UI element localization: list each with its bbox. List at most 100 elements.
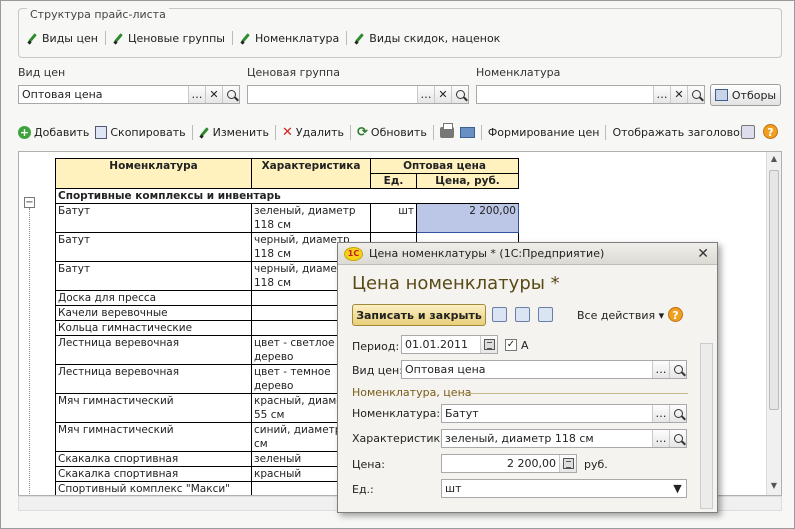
dialog-price-label: Цена: bbox=[352, 458, 385, 471]
print-button[interactable] bbox=[439, 122, 454, 138]
section-title: Номенклатура, цена bbox=[352, 386, 472, 399]
nomenclature-filter-field[interactable]: … ✕ bbox=[476, 85, 705, 104]
pencil-icon bbox=[199, 127, 210, 138]
search-icon[interactable] bbox=[687, 86, 704, 103]
chevron-down-icon[interactable]: ▼ bbox=[669, 480, 686, 497]
select-button[interactable]: … bbox=[188, 86, 205, 103]
list-toolbar: + Добавить Скопировать Изменить ✕ Удалить … bbox=[18, 122, 753, 141]
a-checkbox[interactable]: ✓ bbox=[505, 339, 517, 351]
group-row[interactable]: Спортивные комплексы и инвентарь bbox=[55, 188, 519, 204]
price-group-field[interactable]: … ✕ bbox=[247, 85, 469, 104]
settings-icon[interactable] bbox=[741, 125, 755, 139]
search-icon[interactable] bbox=[222, 86, 239, 103]
delete-button[interactable]: ✕ Удалить bbox=[282, 125, 344, 140]
add-icon: + bbox=[18, 125, 31, 139]
currency-label: руб. bbox=[584, 458, 608, 471]
pencil-icon bbox=[240, 33, 251, 44]
name-cell[interactable]: Лестница веревочная bbox=[55, 335, 252, 365]
search-icon[interactable] bbox=[669, 361, 686, 378]
name-cell[interactable]: Скакалка спортивная bbox=[55, 451, 252, 467]
name-cell[interactable]: Скакалка спортивная bbox=[55, 466, 252, 482]
search-icon[interactable] bbox=[669, 430, 686, 447]
a-checkbox-label: А bbox=[521, 339, 529, 352]
link-price-types[interactable]: Виды цен bbox=[27, 32, 98, 45]
price-type-label: Вид цен bbox=[18, 66, 66, 79]
table-row[interactable]: Батут зеленый, диаметр 118 см шт 2 200,00 bbox=[55, 203, 519, 233]
link-nomenclature[interactable]: Номенклатура bbox=[240, 32, 339, 45]
collapse-group-icon[interactable]: − bbox=[24, 197, 35, 208]
clear-icon[interactable]: ✕ bbox=[670, 86, 687, 103]
select-button[interactable]: … bbox=[417, 86, 434, 103]
close-icon[interactable]: ✕ bbox=[697, 246, 709, 262]
char-cell[interactable]: зеленый, диаметр 118 см bbox=[251, 203, 371, 233]
main-window: Структура прайс-листа Виды цен Ценовые г… bbox=[0, 0, 795, 529]
price-dialog: 1С Цена номенклатуры * (1С:Предприятие) … bbox=[337, 242, 718, 513]
dialog-nomenclature-label: Номенклатура: bbox=[352, 407, 441, 420]
unit-cell[interactable]: шт bbox=[370, 203, 417, 233]
selections-button[interactable]: Отборы bbox=[710, 84, 781, 106]
dialog-price-type-field[interactable]: Оптовая цена … bbox=[401, 360, 687, 379]
pencil-icon bbox=[354, 33, 365, 44]
header-price: Цена, руб. bbox=[416, 173, 519, 189]
name-cell[interactable]: Батут bbox=[55, 232, 252, 262]
header-price-type: Оптовая цена bbox=[370, 158, 519, 174]
refresh-button[interactable]: ⟳ Обновить bbox=[357, 125, 427, 140]
save-copy-icon[interactable] bbox=[515, 307, 530, 322]
vertical-scrollbar[interactable]: ▲ ▼ bbox=[766, 152, 781, 495]
name-cell[interactable]: Батут bbox=[55, 261, 252, 291]
nomenclature-filter-label: Номенклатура bbox=[476, 66, 561, 79]
search-icon[interactable] bbox=[669, 405, 686, 422]
copy-button[interactable]: Скопировать bbox=[95, 125, 186, 139]
name-cell[interactable]: Батут bbox=[55, 203, 252, 233]
period-field[interactable]: 01.01.2011 bbox=[401, 335, 498, 354]
form-prices-button[interactable]: Формирование цен bbox=[488, 126, 600, 139]
select-button[interactable]: … bbox=[652, 430, 669, 447]
dialog-price-field[interactable]: 2 200,00 bbox=[441, 454, 577, 473]
price-cell[interactable]: 2 200,00 bbox=[416, 203, 519, 233]
dialog-titlebar[interactable]: 1С Цена номенклатуры * (1С:Предприятие) … bbox=[338, 243, 717, 265]
dialog-unit-label: Ед.: bbox=[352, 483, 374, 496]
link-price-groups[interactable]: Ценовые группы bbox=[113, 32, 225, 45]
printer-icon bbox=[439, 122, 454, 138]
save-icon[interactable] bbox=[492, 307, 507, 322]
name-cell[interactable]: Мяч гимнастический bbox=[55, 393, 252, 423]
select-button[interactable]: … bbox=[653, 86, 670, 103]
select-button[interactable]: … bbox=[652, 361, 669, 378]
dialog-nomenclature-field[interactable]: Батут … bbox=[441, 404, 687, 423]
name-cell[interactable]: Доска для пресса bbox=[55, 290, 252, 306]
copy-icon bbox=[95, 125, 108, 139]
dialog-scrollbar[interactable] bbox=[700, 343, 713, 509]
calendar-icon[interactable] bbox=[480, 336, 497, 353]
name-cell[interactable]: Мяч гимнастический bbox=[55, 422, 252, 452]
dialog-characteristic-field[interactable]: зеленый, диаметр 118 см … bbox=[441, 429, 687, 448]
1c-logo-icon: 1С bbox=[344, 246, 363, 261]
refresh-icon: ⟳ bbox=[357, 124, 368, 140]
save-and-close-button[interactable]: Записать и закрыть bbox=[352, 304, 486, 326]
calculator-icon[interactable] bbox=[559, 455, 576, 472]
name-cell[interactable]: Лестница веревочная bbox=[55, 364, 252, 394]
help-icon[interactable]: ? bbox=[668, 307, 683, 322]
scan-button[interactable] bbox=[459, 126, 475, 138]
show-header-button[interactable]: Отображать заголовок bbox=[612, 126, 746, 139]
pencil-icon bbox=[113, 33, 124, 44]
reread-icon[interactable] bbox=[538, 307, 553, 322]
clear-icon[interactable]: ✕ bbox=[205, 86, 222, 103]
header-characteristic: Характеристика bbox=[251, 158, 371, 189]
all-actions-menu[interactable]: Все действия ▾ bbox=[577, 309, 664, 322]
search-icon[interactable] bbox=[451, 86, 468, 103]
group-title: Структура прайс-листа bbox=[27, 8, 169, 21]
link-discount-types[interactable]: Виды скидок, наценок bbox=[354, 32, 500, 45]
name-cell[interactable]: Кольца гимнастические bbox=[55, 320, 252, 336]
price-type-field[interactable]: Оптовая цена … ✕ bbox=[18, 85, 240, 104]
dialog-heading: Цена номенклатуры * bbox=[352, 273, 560, 294]
dialog-unit-field[interactable]: шт ▼ bbox=[441, 479, 687, 498]
dialog-price-type-label: Вид цен: bbox=[352, 364, 403, 377]
clear-icon[interactable]: ✕ bbox=[434, 86, 451, 103]
name-cell[interactable]: Спортивный комплекс "Макси" bbox=[55, 481, 252, 495]
add-button[interactable]: + Добавить bbox=[18, 125, 89, 139]
select-button[interactable]: … bbox=[652, 405, 669, 422]
pencil-icon bbox=[27, 33, 38, 44]
name-cell[interactable]: Качели веревочные bbox=[55, 305, 252, 321]
help-icon[interactable]: ? bbox=[763, 124, 778, 139]
edit-button[interactable]: Изменить bbox=[199, 126, 269, 139]
